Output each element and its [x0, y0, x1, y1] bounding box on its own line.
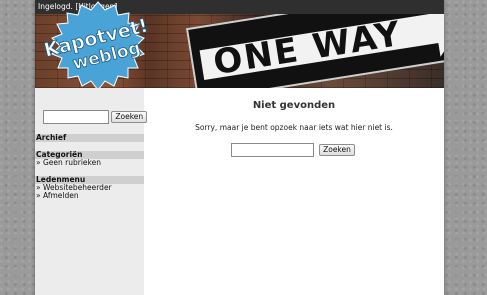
main-search-form: Zoeken	[231, 139, 355, 158]
archive-heading: Archief	[35, 134, 144, 142]
sidebar-item-logout[interactable]: » Afmelden	[36, 192, 79, 200]
main-search-input[interactable]	[231, 142, 314, 157]
sidebar: Zoeken Archief Categoriën » Geen rubriek…	[35, 88, 148, 295]
site-logo[interactable]: Kapotvet! weblog	[32, 0, 164, 92]
main-search-button[interactable]: Zoeken	[319, 143, 355, 156]
not-found-message: Sorry, maar je bent opzoek naar iets wat…	[195, 123, 393, 132]
page-container: Ingelogd. [Uitloggen] ONE WAY Kapotvet! …	[35, 0, 444, 295]
sidebar-item-no-categories[interactable]: » Geen rubrieken	[36, 159, 101, 167]
sidebar-search-input[interactable]	[43, 110, 109, 124]
page-title: Niet gevonden	[252, 100, 336, 111]
main-content: Niet gevonden Sorry, maar je bent opzoek…	[144, 88, 444, 295]
sign-text: ONE WAY	[210, 14, 405, 84]
sidebar-search-button[interactable]: Zoeken	[111, 111, 148, 123]
sidebar-search-form: Zoeken	[43, 110, 148, 124]
